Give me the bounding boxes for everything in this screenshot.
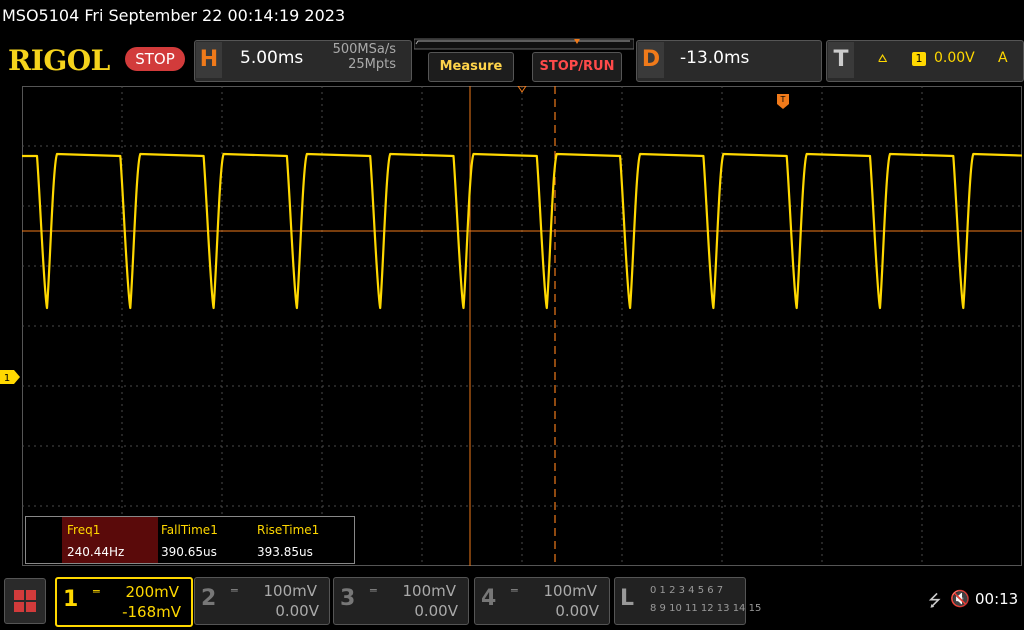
stop-run-button[interactable]: STOP/RUN [532, 52, 622, 82]
measure-button[interactable]: Measure [428, 52, 514, 82]
measurement-table[interactable]: Freq1 240.44Hz FallTime1 390.65us RiseTi… [25, 516, 355, 564]
rising-edge-icon: ⩟ [878, 48, 888, 66]
channel-number: 4 [481, 586, 497, 611]
run-state-badge[interactable]: STOP [125, 47, 185, 71]
channel-scale: 100mV [543, 582, 597, 600]
memory-position-ruler[interactable] [414, 38, 634, 50]
window-title: MSO5104 Fri September 22 00:14:19 2023 [2, 6, 346, 25]
channel-1-panel[interactable]: 1 ═ 200mV -168mV [55, 577, 193, 627]
rigol-logo: RIGOL [8, 44, 110, 77]
delay-letter: D [638, 42, 664, 78]
channel-offset: -168mV [122, 603, 181, 621]
grid-menu-icon [14, 590, 36, 612]
channel-offset: 0.00V [414, 602, 458, 620]
horizontal-letter: H [196, 42, 222, 78]
measurement-value: 390.65us [161, 545, 217, 559]
dc-coupling-icon: ═ [93, 585, 100, 598]
logic-letter: L [620, 586, 635, 611]
measurement-label: RiseTime1 [257, 523, 320, 537]
dc-coupling-icon: ═ [511, 584, 518, 597]
channel-4-panel[interactable]: 4 ═ 100mV 0.00V [474, 577, 610, 625]
channel-3-panel[interactable]: 3 ═ 100mV 0.00V [333, 577, 469, 625]
status-clock: 00:13 [975, 590, 1019, 608]
speaker-muted-icon[interactable]: 🔇 [950, 589, 970, 608]
logic-channels-row1: 0 1 2 3 4 5 6 7 [650, 585, 724, 596]
measurement-value: 240.44Hz [67, 545, 125, 559]
svg-text:1: 1 [4, 373, 10, 384]
channel-number: 2 [201, 586, 217, 611]
channel-2-panel[interactable]: 2 ═ 100mV 0.00V [194, 577, 330, 625]
measurement-freq1[interactable]: Freq1 240.44Hz [62, 517, 158, 563]
channel-offset: 0.00V [275, 602, 319, 620]
measurement-falltime1[interactable]: FallTime1 390.65us [156, 517, 252, 563]
sample-info: 500MSa/s 25Mpts [316, 42, 396, 72]
trigger-letter: T [828, 42, 854, 78]
channel-scale: 100mV [402, 582, 456, 600]
channel-number: 1 [63, 587, 79, 612]
channel-offset: 0.00V [555, 602, 599, 620]
ch1-offset-marker[interactable]: 1 [0, 370, 20, 384]
waveform-display[interactable]: T [22, 86, 1022, 566]
trigger-mode: A [998, 50, 1008, 66]
measurement-value: 393.85us [257, 545, 313, 559]
memory-depth: 25Mpts [348, 57, 396, 72]
svg-text:T: T [780, 95, 786, 104]
channel-scale: 100mV [263, 582, 317, 600]
channel-scale: 200mV [125, 583, 179, 601]
measurement-label: FallTime1 [161, 523, 218, 537]
delay-value: -13.0ms [680, 48, 750, 68]
dc-coupling-icon: ═ [231, 584, 238, 597]
usb-icon: ⭍ [928, 591, 942, 610]
timebase-value: 5.00ms [240, 48, 304, 68]
trigger-source: 1 [912, 52, 926, 66]
sample-rate: 500MSa/s [332, 42, 396, 57]
measurement-label: Freq1 [67, 523, 101, 537]
trigger-level: 0.00V [934, 50, 975, 66]
menu-grid-button[interactable] [4, 578, 46, 624]
channel-number: 3 [340, 586, 356, 611]
logic-channels-row2: 8 9 10 11 12 13 14 15 [650, 603, 762, 614]
measurement-risetime1[interactable]: RiseTime1 393.85us [252, 517, 348, 563]
dc-coupling-icon: ═ [370, 584, 377, 597]
